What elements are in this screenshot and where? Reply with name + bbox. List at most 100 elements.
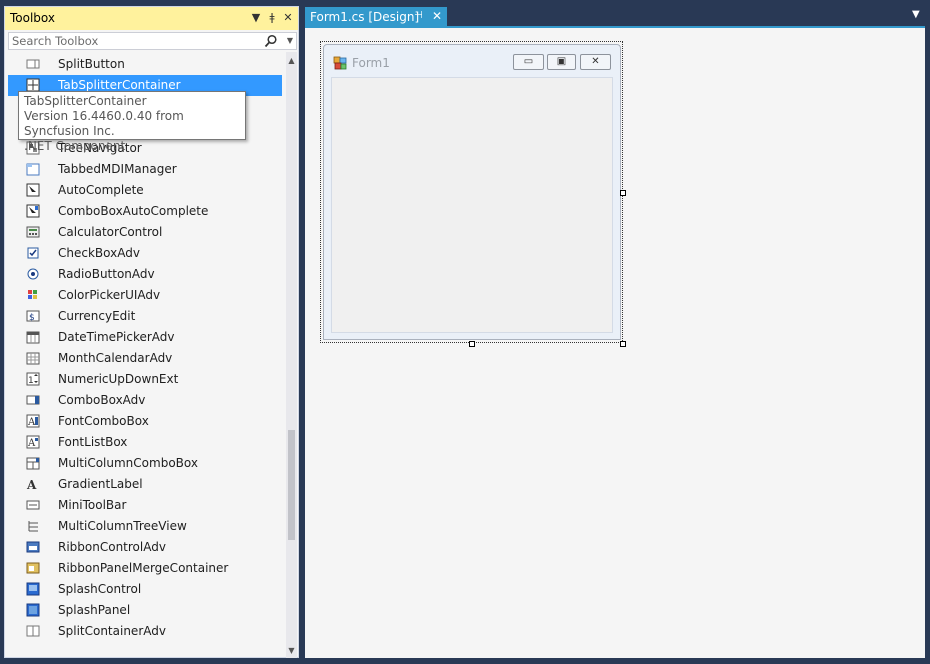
date-time-picker-adv-icon [26,331,40,344]
resize-handle-corner[interactable] [620,341,626,347]
splash-panel-icon [26,603,40,617]
ide-window: Toolbox ▼ ǂ ✕ ▼ SplitButton TabSplitterCo… [0,0,930,664]
toolbox-item-label: SplashPanel [58,603,131,617]
toolbox-item[interactable]: 1 NumericUpDownExt [8,369,282,390]
svg-text:1: 1 [28,376,34,386]
form-maximize-button[interactable]: ▣ [547,54,576,70]
font-combo-box-icon: A [26,414,40,428]
numeric-up-down-ext-icon: 1 [26,372,40,386]
toolbox-item[interactable]: CalculatorControl [8,222,282,243]
search-options-chevron-down-icon[interactable]: ▼ [287,34,293,48]
toolbox-item[interactable]: AutoComplete [8,180,282,201]
multi-column-tree-view-icon [28,521,38,532]
toolbox-item-label: TabbedMDIManager [58,162,177,176]
tooltip-title: TabSplitterContainer [24,94,147,108]
toolbox-item[interactable]: ComboBoxAdv [8,390,282,411]
toolbox-item[interactable]: ColorPickerUIAdv [8,285,282,306]
ribbon-control-adv-icon [26,541,40,553]
split-container-adv-icon [26,625,40,637]
toolbox-item[interactable]: $ CurrencyEdit [8,306,282,327]
toolbox-item-label: GradientLabel [58,477,143,491]
toolbox-item[interactable]: SplitButton [8,54,282,75]
toolbox-item[interactable]: CheckBoxAdv [8,243,282,264]
form-app-icon [333,56,347,70]
toolbox-item-label: FontListBox [58,435,128,449]
split-button-icon [26,59,40,69]
scroll-up-icon[interactable]: ▲ [286,56,297,66]
toolbox-item[interactable]: SplitContainerAdv [8,621,282,642]
toolbox-item[interactable]: A GradientLabel [8,474,282,495]
toolbox-item-label: CheckBoxAdv [58,246,140,260]
toolbox-item-label: CalculatorControl [58,225,163,239]
radio-button-adv-icon [27,268,39,280]
tooltip-kind: .NET Component [24,139,126,153]
toolbox-item[interactable]: RibbonPanelMergeContainer [8,558,282,579]
toolbox-search-box: ▼ [8,32,297,50]
tabbed-mdi-manager-icon [26,163,40,176]
toolbox-item[interactable]: MiniToolBar [8,495,282,516]
svg-text:A: A [26,478,37,491]
color-picker-ui-adv-icon [28,290,37,299]
resize-handle-right[interactable] [620,190,626,196]
toolbox-item[interactable]: A FontListBox [8,432,282,453]
toolbox-item-label: SplashControl [58,582,142,596]
toolbox-search-input[interactable] [12,34,262,48]
toolbox-item[interactable]: SplashControl [8,579,282,600]
toolbox-pin-icon[interactable]: ǂ [265,10,279,26]
combo-box-adv-icon [26,395,40,405]
combo-box-auto-complete-icon [26,204,40,218]
form-title: Form1 [352,56,390,70]
toolbox-item-label: MultiColumnTreeView [58,519,187,533]
check-box-adv-icon [27,247,39,259]
toolbox-item-label: ComboBoxAdv [58,393,146,407]
toolbox-item-label: ComboBoxAutoComplete [58,204,209,218]
tab-pin-icon[interactable]: ⊣ [414,10,423,21]
toolbox-item[interactable]: SplashPanel [8,600,282,621]
scrollbar-thumb[interactable] [288,430,295,540]
search-icon[interactable] [264,34,278,48]
toolbox-item[interactable]: MultiColumnTreeView [8,516,282,537]
form-client-area[interactable] [331,77,613,333]
tab-label: Form1.cs [Design] [310,10,420,24]
gradient-label-icon: A [26,478,37,491]
toolbox-item-label: NumericUpDownExt [58,372,179,386]
toolbox-item-label: TabSplitterContainer [58,78,181,92]
ribbon-panel-merge-container-icon [26,562,40,574]
toolbox-item-label: RadioButtonAdv [58,267,155,281]
toolbox-item[interactable]: RadioButtonAdv [8,264,282,285]
tab-form1-design[interactable]: Form1.cs [Design] ⊣ ✕ [305,7,447,27]
tab-close-icon[interactable]: ✕ [432,9,442,23]
currency-edit-icon: $ [26,310,40,323]
resize-handle-bottom[interactable] [469,341,475,347]
font-list-box-icon: A [26,435,40,449]
form-minimize-button[interactable]: ▭ [513,54,544,70]
toolbox-item[interactable]: DateTimePickerAdv [8,327,282,348]
toolbox-item-label: DateTimePickerAdv [58,330,175,344]
toolbox-item[interactable]: A FontComboBox [8,411,282,432]
toolbox-header: Toolbox ▼ ǂ ✕ [5,7,298,30]
svg-text:$: $ [29,313,35,323]
toolbox-item[interactable]: MonthCalendarAdv [8,348,282,369]
svg-text:A: A [27,417,36,428]
tab-splitter-container-icon [26,78,40,92]
multi-column-combo-box-icon [26,457,40,470]
form1-window[interactable]: Form1 ▭ ▣ ✕ [323,44,621,340]
mini-tool-bar-icon [26,500,40,510]
toolbox-dropdown-icon[interactable]: ▼ [249,10,263,26]
toolbox-item[interactable]: TabbedMDIManager [8,159,282,180]
svg-text:A: A [27,438,36,449]
tabs-dropdown-icon[interactable]: ▼ [912,9,920,20]
toolbox-item-label: MiniToolBar [58,498,127,512]
toolbox-item-label: FontComboBox [58,414,149,428]
form-close-button[interactable]: ✕ [580,54,611,70]
toolbox-item[interactable]: MultiColumnComboBox [8,453,282,474]
toolbox-item-label: SplitButton [58,57,125,71]
toolbox-close-icon[interactable]: ✕ [281,10,295,26]
scroll-down-icon[interactable]: ▼ [286,646,297,656]
toolbox-scrollbar[interactable]: ▲ ▼ [286,52,297,658]
toolbox-item[interactable]: RibbonControlAdv [8,537,282,558]
auto-complete-icon [26,183,40,197]
splash-control-icon [26,582,40,596]
calculator-control-icon [26,226,40,238]
toolbox-item[interactable]: ComboBoxAutoComplete [8,201,282,222]
